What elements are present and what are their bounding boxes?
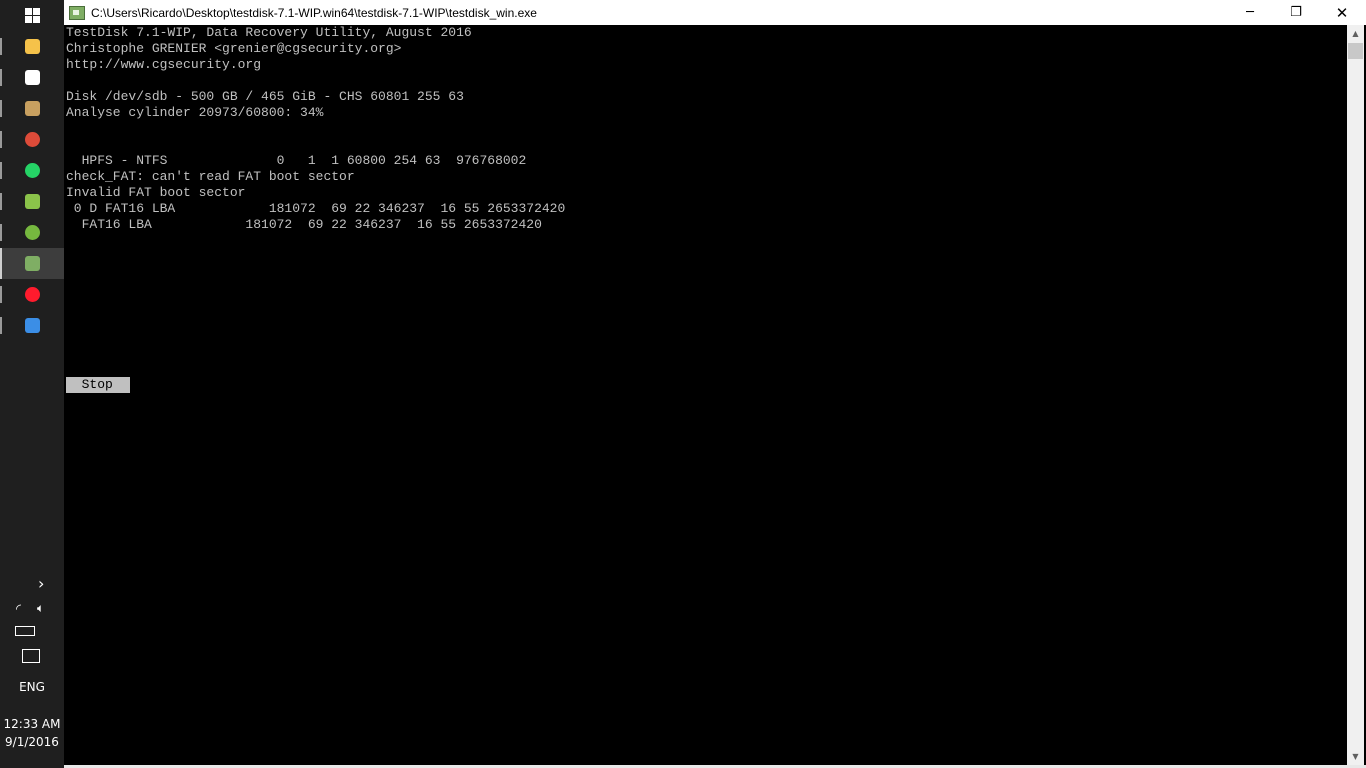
- clock-time[interactable]: 12:33 AM: [0, 717, 64, 731]
- network-icon[interactable]: ◜: [16, 602, 21, 617]
- testdisk-icon: [24, 256, 40, 271]
- running-indicator: [0, 286, 2, 303]
- running-indicator: [0, 131, 2, 148]
- show-more-chevron-icon[interactable]: ›: [38, 574, 44, 593]
- running-indicator: [0, 224, 2, 241]
- running-indicator: [0, 38, 2, 55]
- console-line: Disk /dev/sdb - 500 GB / 465 GiB - CHS 6…: [66, 89, 464, 104]
- console-line: Analyse cylinder 20973/60800: 34%: [66, 105, 324, 120]
- window-title: C:\Users\Ricardo\Desktop\testdisk-7.1-WI…: [91, 5, 537, 20]
- console-line: TestDisk 7.1-WIP, Data Recovery Utility,…: [66, 25, 472, 40]
- taskbar-app-button[interactable]: [0, 310, 64, 341]
- taskbar-app-button[interactable]: [0, 155, 64, 186]
- console-line: check_FAT: can't read FAT boot sector: [66, 169, 355, 184]
- taskbar-app-button[interactable]: [0, 93, 64, 124]
- running-indicator: [0, 317, 2, 334]
- opera-icon: [24, 287, 40, 302]
- scroll-thumb[interactable]: [1348, 43, 1363, 59]
- stack-app-icon: [24, 194, 40, 209]
- console-line: FAT16 LBA 181072 69 22 346237 16 55 2653…: [66, 217, 542, 232]
- console-line: HPFS - NTFS 0 1 1 60800 254 63 976768002: [66, 153, 527, 168]
- start-button[interactable]: [0, 0, 64, 31]
- scroll-down-arrow-icon[interactable]: ▼: [1347, 748, 1364, 765]
- file-explorer-icon: [24, 39, 40, 54]
- console-line: http://www.cgsecurity.org: [66, 57, 262, 72]
- action-center-icon[interactable]: [22, 649, 40, 663]
- taskbar-app-button[interactable]: [0, 217, 64, 248]
- taskbar: › ◜ 🔈︎ ENG 12:33 AM 9/1/2016: [0, 0, 64, 768]
- stop-button[interactable]: Stop: [66, 377, 130, 393]
- console-line: Christophe GRENIER <grenier@cgsecurity.o…: [66, 41, 402, 56]
- clock-date[interactable]: 9/1/2016: [0, 735, 64, 749]
- battery-icon[interactable]: [15, 626, 35, 636]
- running-indicator: [0, 100, 2, 117]
- photo-app-icon: [24, 101, 40, 116]
- whatsapp-icon: [24, 163, 40, 178]
- console-window: C:\Users\Ricardo\Desktop\testdisk-7.1-WI…: [64, 0, 1366, 768]
- console-line: Invalid FAT boot sector: [66, 185, 246, 200]
- taskbar-app-button[interactable]: [0, 248, 64, 279]
- console-line: 0 D FAT16 LBA 181072 69 22 346237 16 55 …: [66, 201, 566, 216]
- taskbar-app-button[interactable]: [0, 124, 64, 155]
- title-bar[interactable]: C:\Users\Ricardo\Desktop\testdisk-7.1-WI…: [64, 0, 1366, 25]
- volume-icon[interactable]: 🔈︎: [37, 601, 44, 616]
- scroll-up-arrow-icon[interactable]: ▲: [1347, 25, 1364, 42]
- taskbar-app-button[interactable]: [0, 31, 64, 62]
- console-output: TestDisk 7.1-WIP, Data Recovery Utility,…: [66, 25, 1346, 765]
- store-icon: [24, 70, 40, 85]
- utorrent-icon: [24, 225, 40, 240]
- minimize-button[interactable]: ─: [1227, 0, 1273, 25]
- running-indicator: [0, 193, 2, 210]
- close-button[interactable]: ✕: [1319, 0, 1365, 25]
- running-indicator: [0, 162, 2, 179]
- taskbar-app-button[interactable]: [0, 186, 64, 217]
- network-app-icon: [24, 318, 40, 333]
- taskbar-app-button[interactable]: [0, 279, 64, 310]
- running-indicator: [0, 248, 2, 279]
- language-indicator[interactable]: ENG: [0, 680, 64, 694]
- testdisk-app-icon: [69, 5, 85, 20]
- running-indicator: [0, 69, 2, 86]
- vertical-scrollbar[interactable]: ▲ ▼: [1347, 25, 1364, 765]
- windows-logo-icon: [24, 8, 40, 23]
- maximize-button[interactable]: ❐: [1273, 0, 1319, 25]
- chrome-icon: [24, 132, 40, 147]
- taskbar-app-button[interactable]: [0, 62, 64, 93]
